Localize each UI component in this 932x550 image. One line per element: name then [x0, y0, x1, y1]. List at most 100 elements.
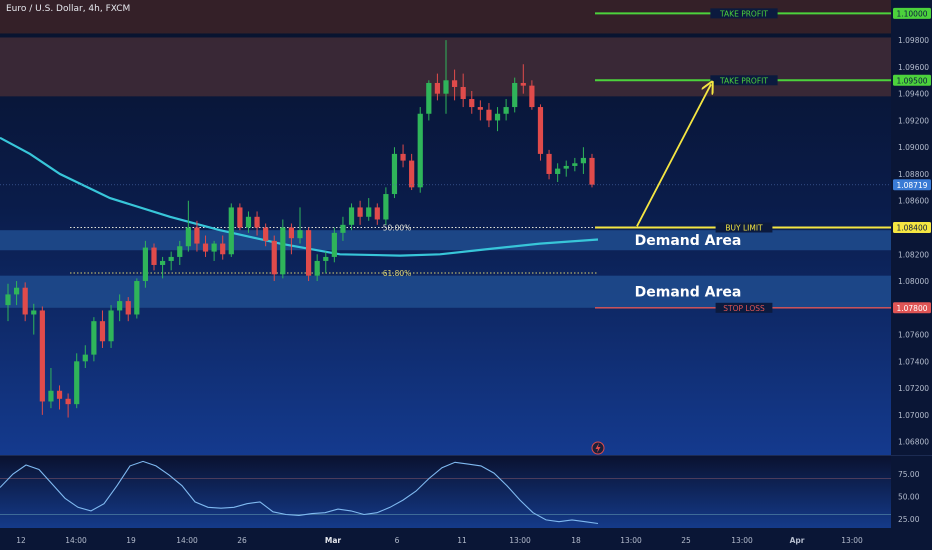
candle-body: [125, 301, 131, 315]
candle-body: [280, 227, 286, 275]
candle-body: [305, 230, 312, 276]
time-tick-label: 14:00: [65, 536, 87, 545]
candle-body: [572, 163, 578, 166]
candle-body: [185, 227, 191, 247]
candle-body: [39, 310, 45, 402]
osc-tick-label: 75.00: [898, 470, 920, 479]
candle-body: [546, 153, 552, 174]
candle-body: [82, 354, 88, 362]
candle-body: [383, 194, 389, 220]
demand-label-1: Demand Area: [635, 233, 742, 249]
candle-body: [434, 82, 441, 94]
candle-body: [108, 310, 114, 342]
candle-body: [151, 247, 157, 265]
osc-tick-label: 25.00: [898, 515, 920, 524]
candle-body: [202, 243, 209, 252]
candle-body: [469, 99, 475, 108]
time-tick-label: Apr: [790, 536, 805, 545]
price-tick-label: 1.07400: [898, 357, 929, 366]
candle-body: [443, 80, 449, 94]
candle-body: [237, 207, 243, 228]
candle-body: [99, 321, 106, 342]
price-tick-label: 1.07200: [898, 384, 929, 393]
candle-body: [228, 207, 234, 255]
candle-body: [417, 113, 423, 188]
candle-body: [486, 109, 492, 121]
candle-body: [494, 113, 501, 121]
candle-body: [537, 107, 544, 154]
candle-body: [340, 224, 346, 233]
candle-body: [31, 310, 37, 315]
demand-label-2: Demand Area: [635, 285, 742, 301]
time-tick-label: 13:00: [620, 536, 642, 545]
price-tick-label: 1.09800: [898, 36, 929, 45]
price-tick-label: 1.08800: [898, 170, 929, 179]
price-tick-label: 1.07000: [898, 411, 929, 420]
candle-body: [503, 107, 509, 114]
take-profit-1-label: TAKE PROFIT: [719, 76, 768, 85]
candle-body: [142, 247, 149, 282]
candle-body: [48, 390, 54, 402]
time-tick-label: 19: [126, 536, 136, 545]
candle-body: [194, 227, 200, 244]
osc-tick-label: 50.00: [898, 493, 920, 502]
candle-body: [520, 82, 526, 86]
candle-body: [91, 321, 97, 355]
candle-body: [331, 232, 337, 257]
time-tick-label: 6: [395, 536, 400, 545]
candle-body: [22, 287, 28, 315]
current-price-label: 1.08719: [896, 181, 927, 190]
stop-loss-label: STOP LOSS: [723, 304, 765, 313]
candle-body: [512, 82, 518, 108]
time-tick-label: 13:00: [731, 536, 753, 545]
candle-body: [5, 294, 11, 306]
candle-body: [117, 301, 123, 311]
candle-body: [374, 207, 380, 220]
candle-body: [323, 256, 329, 261]
take-profit-2-axis-label: 1.10000: [896, 9, 927, 18]
candle-body: [271, 240, 277, 275]
price-chart[interactable]: Demand Area Demand Area 50.00% 61.80% TAKE P…: [0, 0, 932, 550]
symbol-title: Euro / U.S. Dollar, 4h, FXCM: [6, 4, 131, 14]
candle-body: [56, 390, 63, 399]
take-profit-2-label: TAKE PROFIT: [719, 9, 768, 18]
candle-body: [400, 153, 406, 161]
price-tick-label: 1.09400: [898, 90, 929, 99]
time-tick-label: 18: [571, 536, 581, 545]
candle-body: [220, 243, 226, 255]
candle-body: [65, 398, 71, 405]
candle-body: [460, 86, 466, 100]
price-tick-label: 1.09200: [898, 116, 929, 125]
candle-body: [177, 246, 183, 257]
time-tick-label: 13:00: [509, 536, 531, 545]
candle-body: [211, 243, 217, 252]
candle-body: [254, 216, 260, 228]
buy-limit-label: BUY LIMIT: [725, 224, 763, 233]
candle-body: [391, 153, 398, 195]
candle-body: [159, 260, 166, 265]
fib-label-1: 50.00%: [383, 224, 412, 233]
price-tick-label: 1.08200: [898, 250, 929, 259]
candle-body: [348, 207, 355, 225]
candle-body: [134, 281, 140, 315]
demand-area-1: [0, 230, 891, 251]
price-tick-label: 1.09600: [898, 63, 929, 72]
chart-root: Demand Area Demand Area 50.00% 61.80% TAKE P…: [0, 0, 932, 550]
candle-body: [529, 85, 535, 108]
candle-body: [13, 287, 20, 295]
candle-body: [168, 256, 174, 261]
time-tick-label: 13:00: [841, 536, 863, 545]
price-tick-label: 1.06800: [898, 438, 929, 447]
candle-body: [357, 207, 363, 217]
price-tick-label: 1.08000: [898, 277, 929, 286]
candle-body: [451, 80, 458, 87]
candle-body: [263, 227, 269, 241]
price-tick-label: 1.08600: [898, 197, 929, 206]
time-tick-label: Mar: [325, 536, 342, 545]
buy-limit-axis-label: 1.08400: [896, 224, 927, 233]
candle-body: [426, 82, 432, 114]
candle-body: [555, 168, 561, 174]
candle-body: [477, 107, 483, 110]
take-profit-1-axis-label: 1.09500: [896, 76, 927, 85]
candle-body: [74, 361, 80, 405]
